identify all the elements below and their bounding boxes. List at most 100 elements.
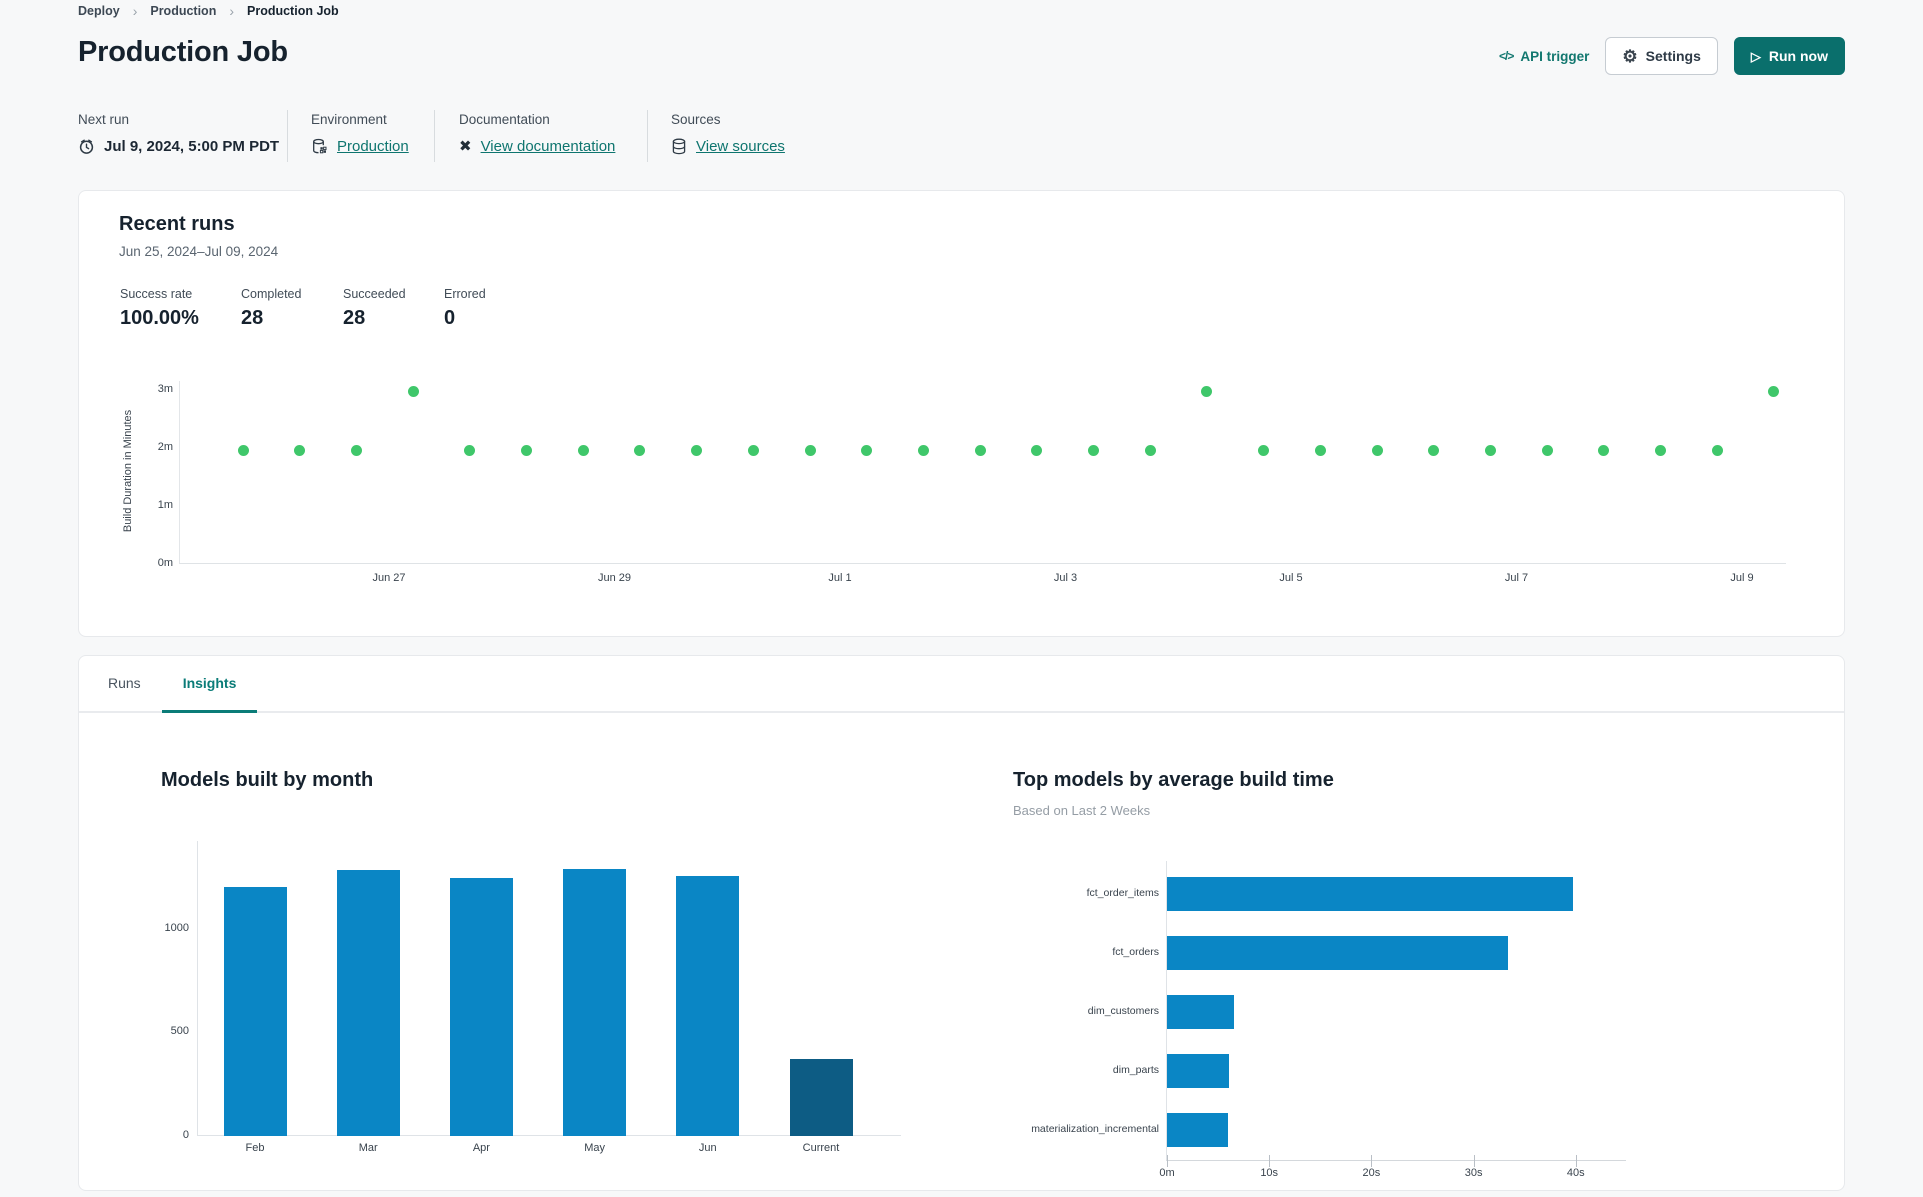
chevron-right-icon: › [229, 3, 234, 19]
month-bar [789, 1059, 853, 1136]
run-dot[interactable] [1484, 445, 1496, 457]
run-dot[interactable] [1088, 445, 1099, 457]
play-icon: ▷ [1750, 48, 1761, 64]
month-bar [563, 868, 627, 1136]
run-dot[interactable] [747, 445, 759, 457]
run-dot[interactable] [521, 445, 532, 457]
month-bar [336, 869, 400, 1136]
x-tick-label: Jun 29 [597, 572, 632, 584]
top-models-plot: fct_order_items fct_orders dim_customers di… [1031, 861, 1626, 1179]
x-tick-label: 30s [1464, 1167, 1483, 1179]
chevron-right-icon: › [132, 3, 138, 19]
page-title: Production Job [78, 36, 288, 68]
model-bar [1167, 995, 1235, 1029]
divider [287, 110, 288, 162]
environment-label: Environment [311, 112, 387, 127]
month-label: May [584, 1142, 605, 1154]
run-dot[interactable] [1258, 445, 1270, 457]
models-by-month-plot: 0 500 1000 Feb Mar Apr May Jun Current [165, 841, 901, 1154]
run-dot[interactable] [407, 386, 419, 398]
x-tick-mark [1473, 1155, 1475, 1167]
run-dot[interactable] [1428, 445, 1440, 457]
run-dot[interactable] [1655, 445, 1666, 457]
run-dot[interactable] [1201, 386, 1213, 398]
api-trigger-link[interactable]: </> API trigger [1499, 49, 1589, 64]
stat-completed: Completed 28 [241, 287, 301, 330]
run-dot[interactable] [464, 445, 476, 457]
run-dot[interactable] [861, 445, 873, 457]
tab-bar: Runs Insights [79, 656, 1844, 713]
run-now-label: Run now [1768, 48, 1828, 64]
api-trigger-label: API trigger [1520, 48, 1590, 64]
run-dot[interactable] [804, 445, 816, 457]
view-documentation-link[interactable]: View documentation [481, 138, 616, 155]
environment-database-icon [311, 138, 328, 155]
view-sources-link[interactable]: View sources [696, 138, 785, 155]
stat-label: Succeeded [343, 287, 406, 301]
breadcrumb-production[interactable]: Production [150, 4, 216, 18]
month-label: Apr [472, 1142, 490, 1154]
x-tick-label: Jul 3 [1053, 572, 1078, 584]
stat-label: Errored [444, 287, 486, 301]
models-by-month-title: Models built by month [161, 769, 374, 791]
model-bar [1167, 1054, 1230, 1088]
top-models-title: Top models by average build time [1013, 769, 1334, 791]
run-dot[interactable] [1371, 445, 1383, 457]
tab-insights[interactable]: Insights [161, 656, 258, 713]
documentation-column: Documentation ✖ View documentation [459, 112, 615, 155]
run-dot[interactable] [1598, 445, 1610, 457]
x-tick-mark [1575, 1155, 1577, 1167]
dbt-docs-icon: ✖ [459, 138, 472, 155]
breadcrumb: Deploy › Production › Production Job [78, 3, 339, 19]
month-label: Jun [698, 1142, 717, 1154]
sources-column: Sources View sources [671, 112, 785, 155]
run-dot[interactable] [237, 445, 249, 457]
recent-runs-card: Recent runs Jun 25, 2024–Jul 09, 2024 Su… [78, 190, 1845, 637]
run-dot[interactable] [1144, 445, 1156, 457]
run-dot[interactable] [1768, 386, 1780, 398]
run-dot[interactable] [577, 445, 589, 457]
month-label: Mar [358, 1142, 378, 1154]
run-dot[interactable] [1541, 445, 1553, 457]
run-dot[interactable] [974, 445, 986, 457]
header-actions: </> API trigger ⚙ Settings ▷ Run now [1499, 36, 1845, 76]
sources-database-icon [671, 138, 687, 155]
next-run-label: Next run [78, 112, 130, 127]
y-tick-label: 1m [157, 499, 173, 511]
breadcrumb-production-job: Production Job [247, 4, 339, 18]
run-dot[interactable] [1314, 445, 1326, 457]
model-label: fct_order_items [1086, 887, 1159, 899]
recent-runs-title: Recent runs [119, 213, 235, 235]
environment-link[interactable]: Production [337, 138, 409, 155]
model-label: dim_parts [1112, 1064, 1159, 1076]
month-label: Current [802, 1142, 840, 1154]
breadcrumb-deploy[interactable]: Deploy [78, 4, 120, 18]
y-tick-label: 2m [157, 441, 173, 453]
month-bar [449, 878, 513, 1136]
model-bar [1167, 1113, 1229, 1147]
run-now-button[interactable]: ▷ Run now [1733, 37, 1845, 75]
scatter-plot-area [179, 381, 1786, 564]
gear-icon: ⚙ [1622, 46, 1638, 66]
run-dot[interactable] [1031, 445, 1043, 457]
recent-runs-stats: Success rate 100.00% Completed 28 Succee… [79, 287, 1844, 347]
tab-runs[interactable]: Runs [87, 656, 162, 713]
stat-label: Completed [241, 287, 302, 301]
x-tick-label: 20s [1362, 1167, 1381, 1179]
top-models-subtitle: Based on Last 2 Weeks [1013, 803, 1151, 818]
month-bar [676, 876, 740, 1136]
run-dot[interactable] [350, 445, 362, 457]
run-dot[interactable] [1711, 445, 1723, 457]
stat-success-rate: Success rate 100.00% [120, 287, 199, 330]
run-dot[interactable] [294, 445, 306, 457]
settings-button[interactable]: ⚙ Settings [1605, 37, 1718, 75]
x-tick-label: 0m [1159, 1167, 1175, 1179]
stat-value: 100.00% [120, 307, 199, 329]
run-dot[interactable] [634, 445, 646, 457]
x-tick-label: Jul 9 [1730, 572, 1754, 584]
divider [434, 110, 435, 162]
next-run-column: Next run Jul 9, 2024, 5:00 PM PDT [78, 112, 279, 155]
y-tick-label: 0m [157, 557, 173, 569]
run-dot[interactable] [691, 445, 703, 457]
run-dot[interactable] [917, 445, 929, 457]
